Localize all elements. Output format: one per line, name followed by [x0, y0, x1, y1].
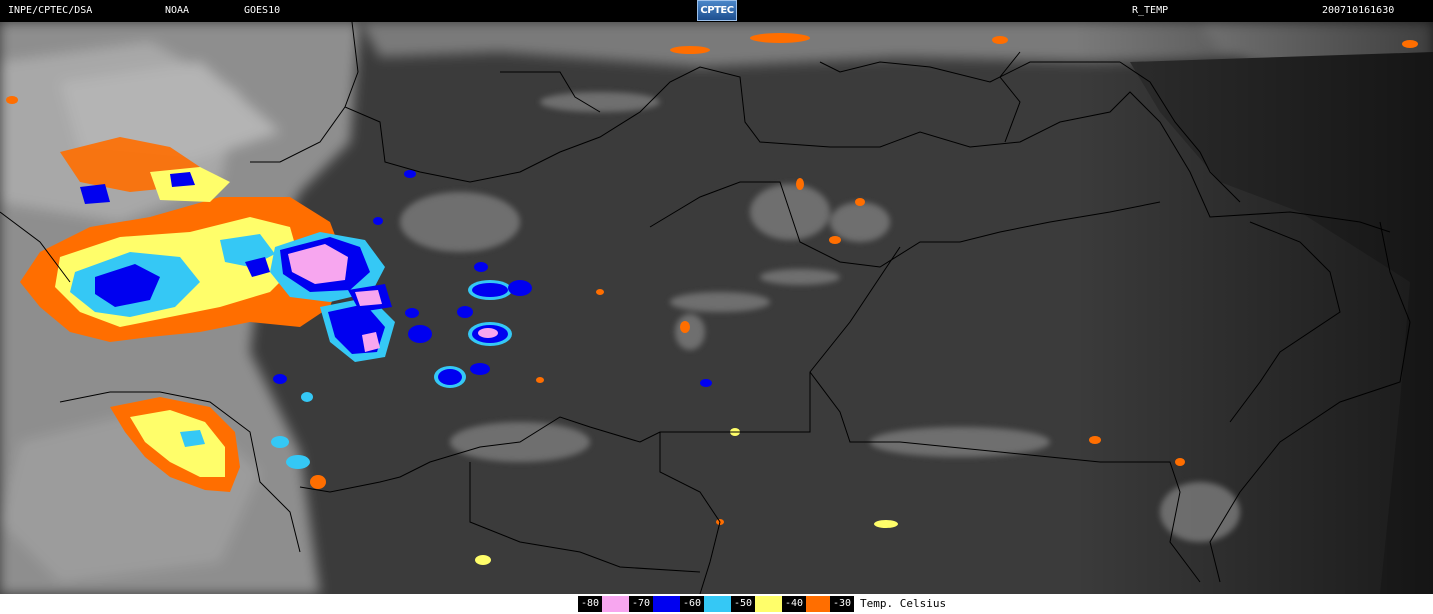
- product-label: R_TEMP: [1132, 5, 1169, 16]
- logo-text: CPTEC: [700, 5, 734, 16]
- legend-swatch: [806, 596, 830, 612]
- satellite-map-svg: [0, 22, 1433, 594]
- legend-swatch: [755, 596, 782, 612]
- legend-swatch: [704, 596, 731, 612]
- provider-label: NOAA: [165, 5, 190, 16]
- agency-label: INPE/CPTEC/DSA: [8, 5, 93, 16]
- satellite-label: GOES10: [244, 5, 281, 16]
- legend-label: -60: [680, 596, 704, 612]
- legend-swatch: [653, 596, 680, 612]
- satellite-image: [0, 22, 1433, 594]
- legend-swatch: [602, 596, 629, 612]
- header-bar: INPE/CPTEC/DSA NOAA GOES10 CPTEC R_TEMP …: [0, 0, 1433, 22]
- legend-label: -70: [629, 596, 653, 612]
- temperature-legend: -80 -70 -60 -50 -40 -30 Temp. Celsius: [0, 594, 1433, 614]
- legend-label: -40: [782, 596, 806, 612]
- cptec-logo: CPTEC: [697, 0, 737, 21]
- timestamp-label: 200710161630: [1322, 5, 1395, 16]
- legend-units: Temp. Celsius: [860, 597, 947, 610]
- legend-label: -80: [578, 596, 602, 612]
- legend-label: -30: [830, 596, 854, 612]
- legend-label: -50: [731, 596, 755, 612]
